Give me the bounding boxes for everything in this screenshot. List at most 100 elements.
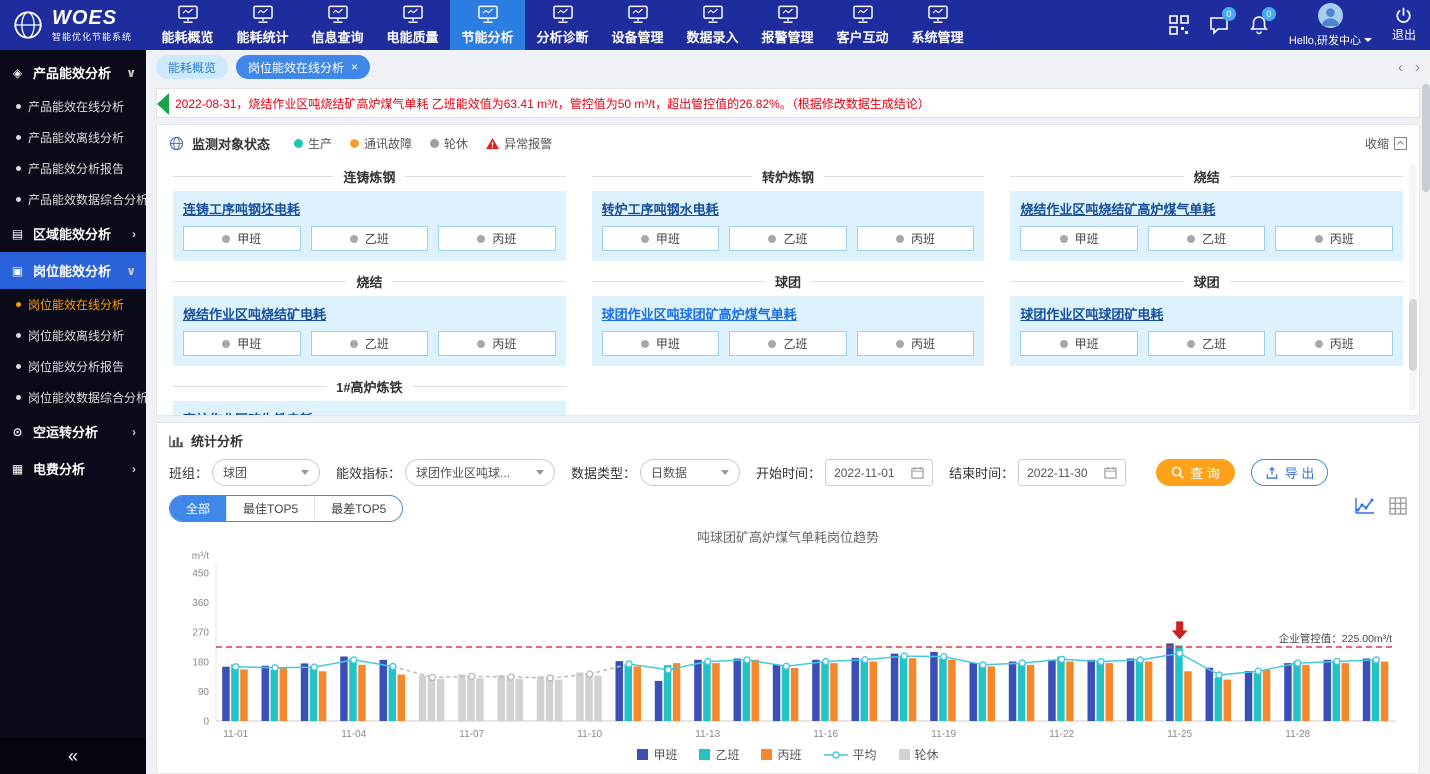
shift-status-button[interactable]: 甲班 <box>1020 226 1138 251</box>
shift-status-button[interactable]: 乙班 <box>311 226 429 251</box>
shift-status-button[interactable]: 乙班 <box>729 226 847 251</box>
card-title-link[interactable]: 高炉作业区吨生铁电耗 <box>183 409 556 416</box>
query-button[interactable]: 查 询 <box>1156 459 1235 486</box>
tab-scroll-right-icon[interactable]: › <box>1415 59 1420 76</box>
sidebar-item[interactable]: 岗位能效数据综合分析 <box>0 382 146 413</box>
legend-item[interactable]: 甲班 <box>637 746 677 763</box>
top-nav-items: 能耗概览能耗统计信息查询电能质量节能分析分析诊断设备管理数据录入报警管理客户互动… <box>150 0 975 50</box>
start-date-input[interactable]: 2022-11-01 <box>825 459 933 486</box>
nav-item-5[interactable]: 节能分析 <box>450 0 525 50</box>
shift-status-button[interactable]: 乙班 <box>1148 331 1266 356</box>
sidebar-item[interactable]: 岗位能效离线分析 <box>0 320 146 351</box>
nav-item-10[interactable]: 客户互动 <box>825 0 900 50</box>
sidebar-section-1[interactable]: ◈产品能效分析∨ <box>0 54 146 91</box>
shift-status-button[interactable]: 甲班 <box>183 331 301 356</box>
tab-1[interactable]: 能耗概览 <box>156 55 228 79</box>
sidebar-item[interactable]: 产品能效在线分析 <box>0 91 146 122</box>
app-subtitle: 智能优化节能系统 <box>52 30 132 43</box>
messages-icon[interactable]: 0 <box>1209 15 1229 35</box>
bullet-icon <box>16 302 21 307</box>
data-type-select[interactable]: 日数据 <box>640 459 740 486</box>
table-view-icon[interactable] <box>1389 497 1407 520</box>
user-menu[interactable]: Hello,研发中心 <box>1289 3 1372 48</box>
chevron-right-icon: › <box>132 425 136 439</box>
shift-status-button[interactable]: 丙班 <box>438 331 556 356</box>
sidebar-section-2[interactable]: ▤区域能效分析› <box>0 215 146 252</box>
svg-text:0: 0 <box>203 717 209 728</box>
legend-item[interactable]: 丙班 <box>761 746 801 763</box>
shift-status-button[interactable]: 丙班 <box>857 226 975 251</box>
line-chart-view-icon[interactable] <box>1355 497 1375 520</box>
shift-status-button[interactable]: 乙班 <box>311 331 429 356</box>
nav-item-1[interactable]: 能耗概览 <box>150 0 225 50</box>
status-dot-icon <box>477 235 485 243</box>
nav-item-8[interactable]: 数据录入 <box>675 0 750 50</box>
tab-list: 能耗概览岗位能效在线分析× <box>156 55 370 79</box>
shift-status-button[interactable]: 丙班 <box>1275 331 1393 356</box>
nav-item-6[interactable]: 分析诊断 <box>525 0 600 50</box>
sidebar-item[interactable]: 岗位能效分析报告 <box>0 351 146 382</box>
notifications-icon[interactable]: 0 <box>1249 15 1269 35</box>
shift-status-button[interactable]: 甲班 <box>602 226 720 251</box>
shift-status-button[interactable]: 甲班 <box>183 226 301 251</box>
section-icon: ◈ <box>10 66 25 80</box>
svg-text:450: 450 <box>192 569 209 580</box>
legend-item[interactable]: 乙班 <box>699 746 739 763</box>
shift-status-button[interactable]: 乙班 <box>1148 226 1266 251</box>
scrollbar-thumb[interactable] <box>1409 299 1417 371</box>
logout-button[interactable]: 退出 <box>1392 7 1416 43</box>
nav-item-3[interactable]: 信息查询 <box>300 0 375 50</box>
end-date-input[interactable]: 2022-11-30 <box>1018 459 1126 486</box>
sidebar-section-4[interactable]: ⊙空运转分析› <box>0 413 146 450</box>
shift-status-button[interactable]: 丙班 <box>1275 226 1393 251</box>
tab-bar: 能耗概览岗位能效在线分析× ‹ › <box>146 50 1430 84</box>
chevron-down-icon <box>1364 38 1372 42</box>
sidebar-section-3[interactable]: ▣岗位能效分析∨ <box>0 252 146 289</box>
shift-status-button[interactable]: 丙班 <box>438 226 556 251</box>
end-date-label: 结束时间： <box>949 463 1014 482</box>
shift-status-button[interactable]: 甲班 <box>602 331 720 356</box>
status-dot-icon <box>1060 340 1068 348</box>
card-title-link[interactable]: 烧结作业区吨烧结矿电耗 <box>183 304 556 323</box>
sidebar-item[interactable]: 产品能效离线分析 <box>0 122 146 153</box>
main-content: 能耗概览岗位能效在线分析× ‹ › 2022-08-31，烧结作业区吨烧结矿高炉… <box>146 50 1430 774</box>
tab-2[interactable]: 岗位能效在线分析× <box>236 55 370 79</box>
tab-scroll-left-icon[interactable]: ‹ <box>1398 59 1403 76</box>
app-body: ◈产品能效分析∨产品能效在线分析产品能效离线分析产品能效分析报告产品能效数据综合… <box>0 50 1430 774</box>
legend-item-avg[interactable]: 平均 <box>824 746 877 763</box>
page-scrollbar[interactable] <box>1422 50 1430 774</box>
legend-item-rest[interactable]: 轮休 <box>899 746 939 763</box>
nav-item-4[interactable]: 电能质量 <box>375 0 450 50</box>
nav-item-11[interactable]: 系统管理 <box>900 0 975 50</box>
group-header: 球团 <box>775 272 801 291</box>
shift-status-button[interactable]: 甲班 <box>1020 331 1138 356</box>
team-select[interactable]: 球团 <box>212 459 320 486</box>
collapse-button[interactable]: 收缩 <box>1365 135 1407 152</box>
sidebar-item[interactable]: 岗位能效在线分析 <box>0 289 146 320</box>
qr-code-icon[interactable] <box>1169 15 1189 35</box>
card-title-link[interactable]: 转炉工序吨钢水电耗 <box>602 199 975 218</box>
card-title-link[interactable]: 烧结作业区吨烧结矿高炉煤气单耗 <box>1020 199 1393 218</box>
monitor-scrollbar[interactable] <box>1409 163 1417 411</box>
shift-status-button[interactable]: 乙班 <box>729 331 847 356</box>
export-button[interactable]: 导 出 <box>1251 459 1329 486</box>
tab-close-icon[interactable]: × <box>351 60 358 74</box>
view-tab-1[interactable]: 全部 <box>170 496 226 521</box>
metric-select[interactable]: 球团作业区吨球... <box>405 459 555 486</box>
shift-status-button[interactable]: 丙班 <box>857 331 975 356</box>
filter-bar: 班组： 球团 能效指标： 球团作业区吨球... 数据类型： 日数据 开始时间： … <box>157 452 1419 491</box>
status-dot-icon <box>768 340 776 348</box>
nav-item-9[interactable]: 报警管理 <box>750 0 825 50</box>
sidebar-section-5[interactable]: ▦电费分析› <box>0 450 146 487</box>
sidebar-collapse-button[interactable]: « <box>0 738 146 774</box>
sidebar-item[interactable]: 产品能效分析报告 <box>0 153 146 184</box>
card-title-link[interactable]: 连铸工序吨钢坯电耗 <box>183 199 556 218</box>
scrollbar-thumb[interactable] <box>1422 84 1430 192</box>
nav-item-2[interactable]: 能耗统计 <box>225 0 300 50</box>
sidebar-item[interactable]: 产品能效数据综合分析 <box>0 184 146 215</box>
view-tab-3[interactable]: 最差TOP5 <box>314 496 402 521</box>
card-title-link[interactable]: 球团作业区吨球团矿电耗 <box>1020 304 1393 323</box>
card-title-link[interactable]: 球团作业区吨球团矿高炉煤气单耗 <box>602 304 975 323</box>
view-tab-2[interactable]: 最佳TOP5 <box>226 496 314 521</box>
nav-item-7[interactable]: 设备管理 <box>600 0 675 50</box>
